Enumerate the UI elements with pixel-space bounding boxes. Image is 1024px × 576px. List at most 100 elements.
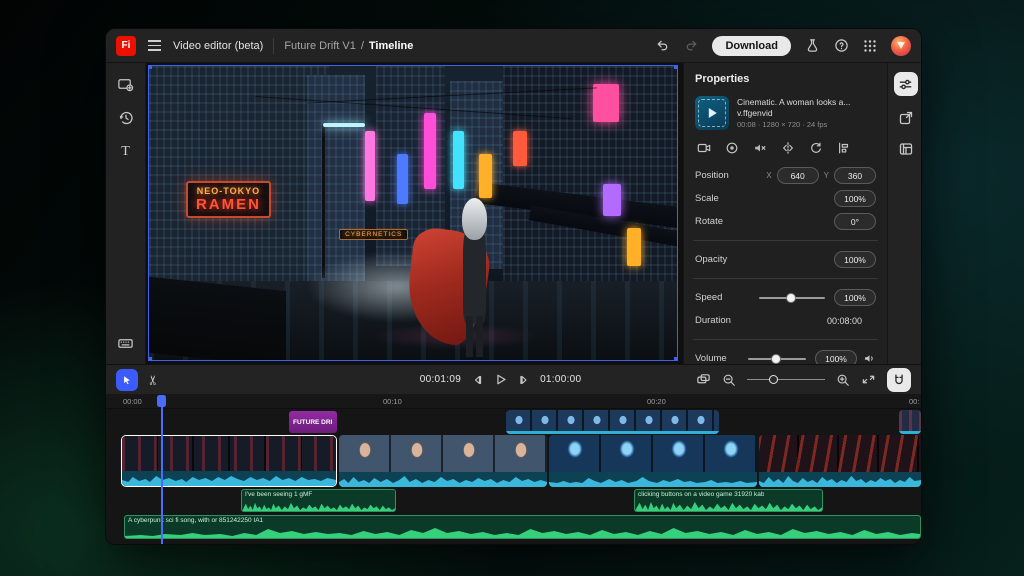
breadcrumb-separator: / xyxy=(361,40,364,52)
mute-icon[interactable] xyxy=(753,141,767,155)
position-row: Position X 640 Y 360 xyxy=(695,164,876,187)
selection-handle-tr[interactable] xyxy=(674,65,678,69)
selection-handle-br[interactable] xyxy=(674,357,678,361)
playhead-line[interactable] xyxy=(161,397,163,544)
flip-icon[interactable] xyxy=(781,141,795,155)
play-button-icon[interactable] xyxy=(493,372,508,387)
volume-row: Volume 100% xyxy=(695,347,876,364)
refresh-icon[interactable] xyxy=(809,141,823,155)
selection-handle-bl[interactable] xyxy=(148,357,152,361)
speed-row: Speed 100% xyxy=(695,286,876,309)
position-x-input[interactable]: 640 xyxy=(777,167,819,184)
selected-clip-card[interactable]: Cinematic. A woman looks a... v.ffgenvid… xyxy=(695,96,876,130)
zoom-in-icon[interactable] xyxy=(836,373,850,387)
volume-input[interactable]: 100% xyxy=(815,350,857,364)
neon-sign-pink-2 xyxy=(365,131,375,202)
clip-name: Cinematic. A woman looks a... v.ffgenvid xyxy=(737,97,876,118)
beaker-icon[interactable] xyxy=(804,38,820,54)
x-axis-label: X xyxy=(766,171,771,180)
position-label: Position xyxy=(695,170,729,181)
video-clip-3[interactable] xyxy=(549,435,757,487)
neon-billboard-pink xyxy=(593,84,619,122)
preview-area: NEO-TOKYO RAMEN CYBERNETICS xyxy=(146,63,683,364)
ramen-sign-bottom-text: RAMEN xyxy=(196,196,261,213)
download-button[interactable]: Download xyxy=(712,36,791,56)
opacity-input[interactable]: 100% xyxy=(834,251,876,268)
frame-forward-icon[interactable] xyxy=(517,373,531,387)
woman-with-red-cape xyxy=(437,198,511,357)
account-avatar[interactable] xyxy=(891,36,911,56)
breadcrumb-page: Timeline xyxy=(369,40,413,52)
scale-input[interactable]: 100% xyxy=(834,190,876,207)
redo-icon[interactable] xyxy=(683,38,699,54)
help-icon[interactable] xyxy=(833,38,849,54)
right-toolbar xyxy=(887,63,922,364)
apps-grid-icon[interactable] xyxy=(862,38,878,54)
properties-tab-active[interactable] xyxy=(894,72,918,96)
properties-title: Properties xyxy=(695,73,876,85)
speed-input[interactable]: 100% xyxy=(834,289,876,306)
frame-back-icon[interactable] xyxy=(470,373,484,387)
current-time: 00:01:09 xyxy=(420,374,461,385)
divider xyxy=(273,38,274,54)
camera-icon[interactable] xyxy=(697,141,711,155)
sfx-clip-1-label: I've been seeing 1 gMF xyxy=(245,491,312,498)
video-clip-1-selected[interactable] xyxy=(121,435,337,487)
history-clock-icon[interactable] xyxy=(117,109,135,127)
y-axis-label: Y xyxy=(824,171,829,180)
firefly-logo[interactable]: Fi xyxy=(116,36,136,56)
video-preview[interactable]: NEO-TOKYO RAMEN CYBERNETICS xyxy=(148,65,678,361)
selection-handle-tl[interactable] xyxy=(148,65,152,69)
media-icon[interactable] xyxy=(117,75,135,93)
sfx-clip-1[interactable]: I've been seeing 1 gMF xyxy=(241,489,396,512)
overlay-video-clip-partial[interactable] xyxy=(899,410,921,434)
text-tool-icon[interactable]: T xyxy=(117,143,135,161)
scale-row: Scale 100% xyxy=(695,187,876,210)
left-toolbar: T xyxy=(106,63,146,364)
neon-sign-pink xyxy=(424,113,437,189)
snap-toggle-active[interactable] xyxy=(887,368,911,392)
zoom-out-icon[interactable] xyxy=(722,373,736,387)
music-clip[interactable]: A cyberpunk sci fi song, with or 8512422… xyxy=(124,515,921,539)
rotate-input[interactable]: 0° xyxy=(834,213,876,230)
speed-label: Speed xyxy=(695,292,722,303)
breadcrumb: Future Drift V1 / Timeline xyxy=(284,40,413,52)
ruler-tick: 00:00 xyxy=(123,397,142,406)
overlay-video-clip[interactable] xyxy=(506,410,719,434)
desktop-background: Fi Video editor (beta) Future Drift V1 /… xyxy=(0,0,1024,576)
track-options-icon[interactable] xyxy=(696,372,711,387)
fit-timeline-icon[interactable] xyxy=(861,372,876,387)
timeline-zoom-slider[interactable] xyxy=(747,374,825,386)
reorder-icon[interactable] xyxy=(837,141,851,155)
breadcrumb-project[interactable]: Future Drift V1 xyxy=(284,40,356,52)
cut-tool-icon[interactable]: ✂ xyxy=(145,374,161,385)
neon-sign-purple xyxy=(603,184,621,216)
timeline-ruler[interactable]: 00:00 00:10 00:20 00: xyxy=(106,394,921,409)
media-library-icon[interactable] xyxy=(897,140,915,158)
loop-icon[interactable] xyxy=(725,141,739,155)
playhead-handle[interactable] xyxy=(157,395,166,407)
sfx-clip-2-label: clicking buttons on a video game 31920 k… xyxy=(638,491,764,498)
speed-slider[interactable] xyxy=(759,291,825,305)
keyboard-shortcuts-icon[interactable] xyxy=(117,334,135,352)
hamburger-menu-icon[interactable] xyxy=(146,38,163,53)
sfx-clip-2[interactable]: clicking buttons on a video game 31920 k… xyxy=(634,489,823,512)
export-share-icon[interactable] xyxy=(897,109,915,127)
title-clip[interactable]: FUTURE DRI xyxy=(289,411,337,433)
position-y-input[interactable]: 360 xyxy=(834,167,876,184)
magnet-icon xyxy=(892,373,906,387)
volume-slider[interactable] xyxy=(748,352,806,365)
neon-sign-red xyxy=(513,131,527,166)
end-time: 01:00:00 xyxy=(540,374,581,385)
rotate-row: Rotate 0° xyxy=(695,210,876,233)
cursor-icon xyxy=(122,374,132,386)
properties-panel: Properties Cinematic. A woman looks a...… xyxy=(683,63,887,364)
ruler-tick: 00:20 xyxy=(647,397,666,406)
video-clip-4[interactable] xyxy=(759,435,921,487)
speaker-icon[interactable] xyxy=(863,352,876,364)
undo-icon[interactable] xyxy=(654,38,670,54)
select-tool-button[interactable] xyxy=(116,369,138,391)
rotate-label: Rotate xyxy=(695,216,723,227)
video-clip-2[interactable] xyxy=(339,435,547,487)
timeline[interactable]: 00:00 00:10 00:20 00: FUTURE DRI xyxy=(106,394,921,544)
